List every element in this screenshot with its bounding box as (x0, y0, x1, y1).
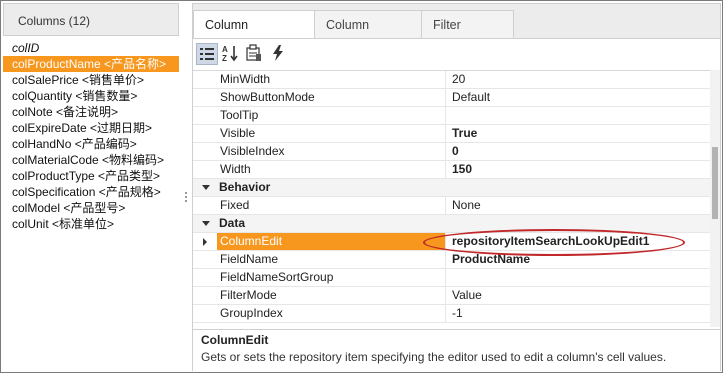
tab-column-properties[interactable]: Column properties (193, 10, 315, 60)
category-label: Data (219, 216, 246, 230)
property-name: ToolTip (217, 107, 446, 124)
property-row-visible[interactable]: Visible True (193, 125, 710, 143)
column-item-colsaleprice[interactable]: colSalePrice <销售单价> (3, 72, 179, 88)
columns-panel: Columns (12) colID colProductName <产品名称>… (3, 3, 179, 369)
property-value[interactable]: 20 (446, 71, 710, 88)
property-row-width[interactable]: Width 150 (193, 161, 710, 179)
property-grid-scrollbar[interactable] (710, 70, 720, 327)
property-value[interactable]: -1 (446, 305, 710, 322)
svg-text:Z: Z (222, 54, 227, 63)
property-name: Visible (217, 125, 446, 142)
property-name: MinWidth (217, 71, 446, 88)
property-value[interactable] (446, 107, 710, 124)
tab-content: A Z MinWidth 20 ShowButtonMode Default T… (192, 38, 721, 372)
property-pages-icon[interactable] (244, 43, 266, 65)
property-name: Width (217, 161, 446, 178)
category-label: Behavior (219, 180, 271, 194)
description-title: ColumnEdit (201, 333, 269, 347)
property-name: ShowButtonMode (217, 89, 446, 106)
tab-strip: Column properties Column options Filter … (192, 3, 721, 60)
property-value[interactable]: None (446, 197, 710, 214)
property-row-visibleindex[interactable]: VisibleIndex 0 (193, 143, 710, 161)
collapse-arrow-icon[interactable] (202, 185, 210, 190)
column-item-colhandno[interactable]: colHandNo <产品编码> (3, 136, 179, 152)
property-row-fieldnamesortgroup[interactable]: FieldNameSortGroup (193, 269, 710, 287)
scrollbar-thumb[interactable] (712, 147, 718, 219)
property-value[interactable]: 0 (446, 143, 710, 160)
column-item-colmaterialcode[interactable]: colMaterialCode <物料编码> (3, 152, 179, 168)
description-text: Gets or sets the repository item specify… (201, 350, 667, 364)
column-item-colnote[interactable]: colNote <备注说明> (3, 104, 179, 120)
property-grid: MinWidth 20 ShowButtonMode Default ToolT… (193, 70, 710, 328)
events-icon[interactable] (268, 43, 290, 65)
description-panel: ColumnEdit Gets or sets the repository i… (193, 329, 720, 372)
property-row-groupindex[interactable]: GroupIndex -1 (193, 305, 710, 323)
panel-splitter[interactable] (183, 190, 189, 204)
collapse-arrow-icon[interactable] (202, 221, 210, 226)
row-pointer-icon (203, 238, 207, 246)
property-name: FieldNameSortGroup (217, 269, 446, 286)
column-item-colspecification[interactable]: colSpecification <产品规格> (3, 184, 179, 200)
category-data[interactable]: Data (193, 215, 710, 233)
columns-list: colID colProductName <产品名称> colSalePrice… (3, 40, 179, 232)
annotation-highlight-ring (423, 229, 685, 256)
tab-filter-options[interactable]: Filter options (421, 10, 514, 60)
column-item-colproducttype[interactable]: colProductType <产品类型> (3, 168, 179, 184)
property-row-fixed[interactable]: Fixed None (193, 197, 710, 215)
properties-panel: Column properties Column options Filter … (192, 3, 721, 372)
alphabetical-sort-icon[interactable]: A Z (220, 43, 242, 65)
column-item-colquantity[interactable]: colQuantity <销售数量> (3, 88, 179, 104)
property-value[interactable]: 150 (446, 161, 710, 178)
property-name: GroupIndex (217, 305, 446, 322)
property-name: Fixed (217, 197, 446, 214)
column-item-colproductname[interactable]: colProductName <产品名称> (3, 56, 179, 72)
property-row-fieldname[interactable]: FieldName ProductName (193, 251, 710, 269)
property-name: FilterMode (217, 287, 446, 304)
property-row-showbuttonmode[interactable]: ShowButtonMode Default (193, 89, 710, 107)
property-row-minwidth[interactable]: MinWidth 20 (193, 71, 710, 89)
column-item-colmodel[interactable]: colModel <产品型号> (3, 200, 179, 216)
property-value[interactable] (446, 269, 710, 286)
column-item-colunit[interactable]: colUnit <标准单位> (3, 216, 179, 232)
property-value[interactable]: Value (446, 287, 710, 304)
category-behavior[interactable]: Behavior (193, 179, 710, 197)
property-name: ColumnEdit (217, 233, 446, 250)
svg-text:A: A (222, 45, 228, 54)
property-row-filtermode[interactable]: FilterMode Value (193, 287, 710, 305)
property-name: VisibleIndex (217, 143, 446, 160)
property-row-tooltip[interactable]: ToolTip (193, 107, 710, 125)
property-name: FieldName (217, 251, 446, 268)
column-item-colid[interactable]: colID (3, 40, 179, 56)
tab-column-options[interactable]: Column options (314, 10, 422, 60)
columns-header: Columns (12) (3, 3, 179, 36)
property-value[interactable]: True (446, 125, 710, 142)
categorized-icon[interactable] (196, 43, 218, 65)
column-item-colexpiredate[interactable]: colExpireDate <过期日期> (3, 120, 179, 136)
property-value[interactable]: Default (446, 89, 710, 106)
